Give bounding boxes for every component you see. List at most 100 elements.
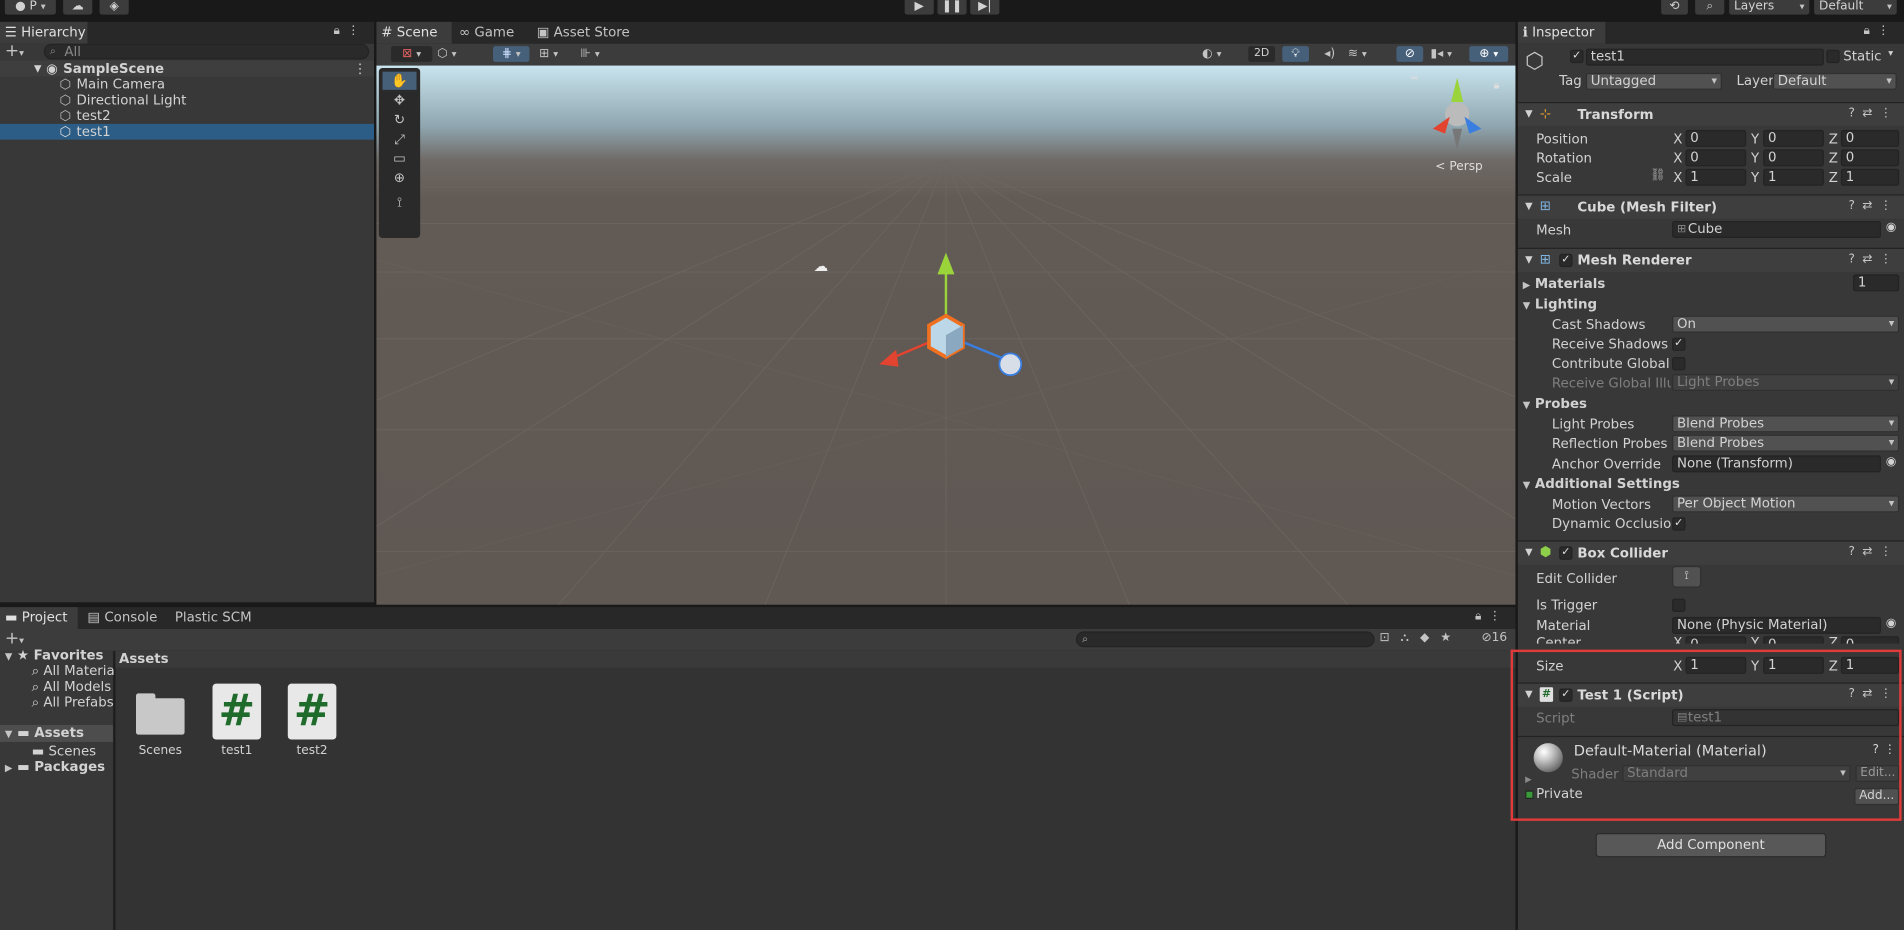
tab-project[interactable]: ▬ Project bbox=[0, 607, 78, 630]
tab-asset-store[interactable]: ▣ Asset Store bbox=[532, 22, 641, 44]
chevron-down-icon[interactable]: ▾ bbox=[1888, 47, 1893, 58]
favorite-item[interactable]: ⌕ All Models bbox=[32, 679, 112, 696]
asset-folder[interactable]: Scenes bbox=[124, 684, 197, 758]
mesh-renderer-enabled-checkbox[interactable]: ✓ bbox=[1559, 253, 1573, 268]
tab-scene[interactable]: # Scene bbox=[376, 21, 452, 44]
favorite-item[interactable]: ⌕ All Prefabs bbox=[32, 695, 114, 712]
layers-dropdown[interactable]: Layers ▾ bbox=[1729, 0, 1810, 15]
scale-tool[interactable]: ⤢ bbox=[382, 130, 417, 150]
add-component-button[interactable]: Add Component bbox=[1595, 833, 1827, 858]
rect-tool[interactable]: ▭ bbox=[382, 149, 417, 169]
receive-shadows-checkbox[interactable]: ✓ bbox=[1672, 337, 1686, 351]
component-actions[interactable]: ?⇄⋮ bbox=[1849, 545, 1900, 558]
anchor-override-field[interactable]: None (Transform) bbox=[1672, 455, 1881, 473]
search-button[interactable]: ⌕ bbox=[1695, 0, 1725, 15]
shading-mode-dropdown[interactable]: ◐ ▾ bbox=[1202, 46, 1243, 62]
cast-shadows-dropdown[interactable]: On bbox=[1672, 315, 1900, 333]
is-trigger-checkbox[interactable] bbox=[1672, 598, 1686, 613]
layout-dropdown[interactable]: Default ▾ bbox=[1814, 0, 1897, 15]
pause-button[interactable]: ❚❚ bbox=[937, 0, 967, 15]
position-x-field[interactable]: 0 bbox=[1685, 129, 1747, 147]
object-picker-icon[interactable]: ◉ bbox=[1886, 221, 1897, 234]
edit-collider-button[interactable]: ⟟ bbox=[1672, 565, 1702, 588]
visibility-toggle[interactable]: ⊘ bbox=[1396, 46, 1424, 62]
motion-vectors-dropdown[interactable]: Per Object Motion bbox=[1672, 495, 1900, 513]
scene-row[interactable]: ▼ ◉ SampleScene ⋮ bbox=[0, 60, 375, 77]
project-search-input[interactable]: ⌕ bbox=[1075, 631, 1375, 648]
panel-menu[interactable]: 🔒︎⋮ bbox=[1475, 610, 1508, 623]
probes-foldout[interactable]: ▼ Probes bbox=[1523, 396, 1587, 412]
component-actions[interactable]: ?⇄⋮ bbox=[1849, 199, 1900, 212]
mesh-filter-header[interactable]: ▼ ⊞ Cube (Mesh Filter) ?⇄⋮ bbox=[1517, 194, 1904, 219]
create-button[interactable]: +▾ bbox=[5, 41, 24, 60]
link-icon[interactable]: ⛓ bbox=[1650, 169, 1665, 182]
cloud-button[interactable]: ☁ bbox=[63, 0, 93, 15]
lock-icon[interactable]: 🔒︎ bbox=[1494, 80, 1500, 92]
hierarchy-item[interactable]: ⬡ Directional Light bbox=[0, 92, 374, 108]
panel-menu[interactable]: 🔒︎⋮ bbox=[1864, 24, 1897, 37]
materials-count-field[interactable]: 1 bbox=[1853, 274, 1900, 292]
history-button[interactable]: ⟲ bbox=[1661, 0, 1688, 15]
breadcrumb[interactable]: Assets bbox=[115, 650, 1516, 668]
hierarchy-item[interactable]: ⬡ test2 bbox=[0, 108, 374, 124]
object-name-field[interactable]: test1 bbox=[1585, 48, 1824, 66]
lighting-toggle[interactable]: 💡︎ bbox=[1282, 46, 1310, 62]
light-probes-dropdown[interactable]: Blend Probes bbox=[1672, 415, 1900, 433]
scale-y-field[interactable]: 1 bbox=[1763, 168, 1824, 186]
box-collider-enabled-checkbox[interactable]: ✓ bbox=[1559, 546, 1573, 560]
tab-game[interactable]: ∞ Game bbox=[454, 22, 529, 44]
additional-settings-foldout[interactable]: ▼ Additional Settings bbox=[1523, 476, 1680, 492]
transform-header[interactable]: ▼ ⊹ Transform ?⇄⋮ bbox=[1517, 102, 1904, 127]
box-collider-header[interactable]: ▼ ⬢ ✓ Box Collider ?⇄⋮ bbox=[1517, 540, 1904, 565]
pivot-dropdown[interactable]: ⬡ ▾ bbox=[437, 46, 473, 62]
mesh-field[interactable]: ⊞ Cube bbox=[1672, 221, 1881, 239]
tab-plastic-scm[interactable]: Plastic SCM bbox=[170, 607, 267, 629]
assets-folder[interactable]: ▼ ▬ Assets bbox=[0, 724, 113, 742]
collab-button[interactable]: ◈ bbox=[99, 0, 129, 15]
effects-dropdown[interactable]: ≋ ▾ bbox=[1348, 46, 1384, 62]
transform-tool[interactable]: ⊕ bbox=[382, 169, 417, 189]
active-checkbox[interactable]: ✓ bbox=[1570, 49, 1584, 64]
increment-dropdown[interactable]: ⊪ ▾ bbox=[580, 46, 616, 62]
lighting-foldout[interactable]: ▼ Lighting bbox=[1523, 296, 1597, 312]
step-button[interactable]: ▶| bbox=[970, 0, 1000, 15]
component-actions[interactable]: ?⇄⋮ bbox=[1849, 253, 1900, 266]
hidden-packages-toggle[interactable]: ⊘16 bbox=[1481, 631, 1507, 644]
rotation-z-field[interactable]: 0 bbox=[1840, 149, 1900, 167]
rotation-y-field[interactable]: 0 bbox=[1763, 149, 1824, 167]
project-filters[interactable]: ⊡⛬◆★ bbox=[1379, 631, 1462, 644]
reflection-probes-dropdown[interactable]: Blend Probes bbox=[1672, 434, 1900, 452]
hand-tool[interactable]: ✋ bbox=[382, 71, 417, 92]
hierarchy-search-input[interactable]: ⌕ All bbox=[43, 43, 370, 60]
materials-foldout[interactable]: ▶ Materials bbox=[1523, 276, 1606, 292]
create-asset-button[interactable]: +▾ bbox=[5, 629, 24, 648]
object-picker-icon[interactable]: ◉ bbox=[1886, 617, 1897, 630]
snap-dropdown[interactable]: ⋕ ▾ bbox=[493, 46, 530, 62]
scale-x-field[interactable]: 1 bbox=[1685, 168, 1747, 186]
panel-menu[interactable]: 🔒︎⋮ bbox=[334, 24, 367, 37]
camera-dropdown[interactable]: ▮◂ ▾ bbox=[1430, 46, 1466, 62]
draw-mode-dropdown[interactable]: ⊠ ▾ bbox=[391, 46, 433, 62]
asset-script[interactable]: # test2 bbox=[276, 683, 349, 758]
grid-dropdown[interactable]: ⊞ ▾ bbox=[539, 46, 575, 62]
center-y-field[interactable]: 0 bbox=[1763, 636, 1824, 644]
position-y-field[interactable]: 0 bbox=[1763, 129, 1824, 147]
hierarchy-item-selected[interactable]: ⬡ test1 bbox=[0, 123, 375, 140]
position-z-field[interactable]: 0 bbox=[1840, 129, 1900, 147]
2d-toggle[interactable]: 2D bbox=[1248, 46, 1276, 62]
light-icon[interactable]: ☁ bbox=[814, 257, 829, 274]
orientation-gizmo[interactable] bbox=[1421, 75, 1494, 149]
menu-lines-icon[interactable]: ═ bbox=[1411, 73, 1418, 85]
tab-console[interactable]: ▤ Console bbox=[83, 607, 163, 629]
tab-inspector[interactable]: ℹ Inspector bbox=[1517, 21, 1606, 44]
hierarchy-item[interactable]: ⬡ Main Camera bbox=[0, 77, 374, 93]
asset-script[interactable]: # test1 bbox=[200, 683, 273, 758]
move-tool[interactable]: ✥ bbox=[382, 91, 417, 111]
tag-dropdown[interactable]: Untagged bbox=[1585, 72, 1722, 90]
packages-folder[interactable]: ▶ ▬ Packages bbox=[5, 759, 105, 775]
move-gizmo[interactable] bbox=[862, 248, 1032, 394]
mesh-renderer-header[interactable]: ▼ ⊞ ✓ Mesh Renderer ?⇄⋮ bbox=[1517, 247, 1904, 273]
layer-dropdown[interactable]: Default bbox=[1772, 72, 1897, 90]
scenes-folder[interactable]: ▬ Scenes bbox=[32, 743, 97, 759]
dynamic-occlusion-checkbox[interactable]: ✓ bbox=[1672, 517, 1686, 531]
